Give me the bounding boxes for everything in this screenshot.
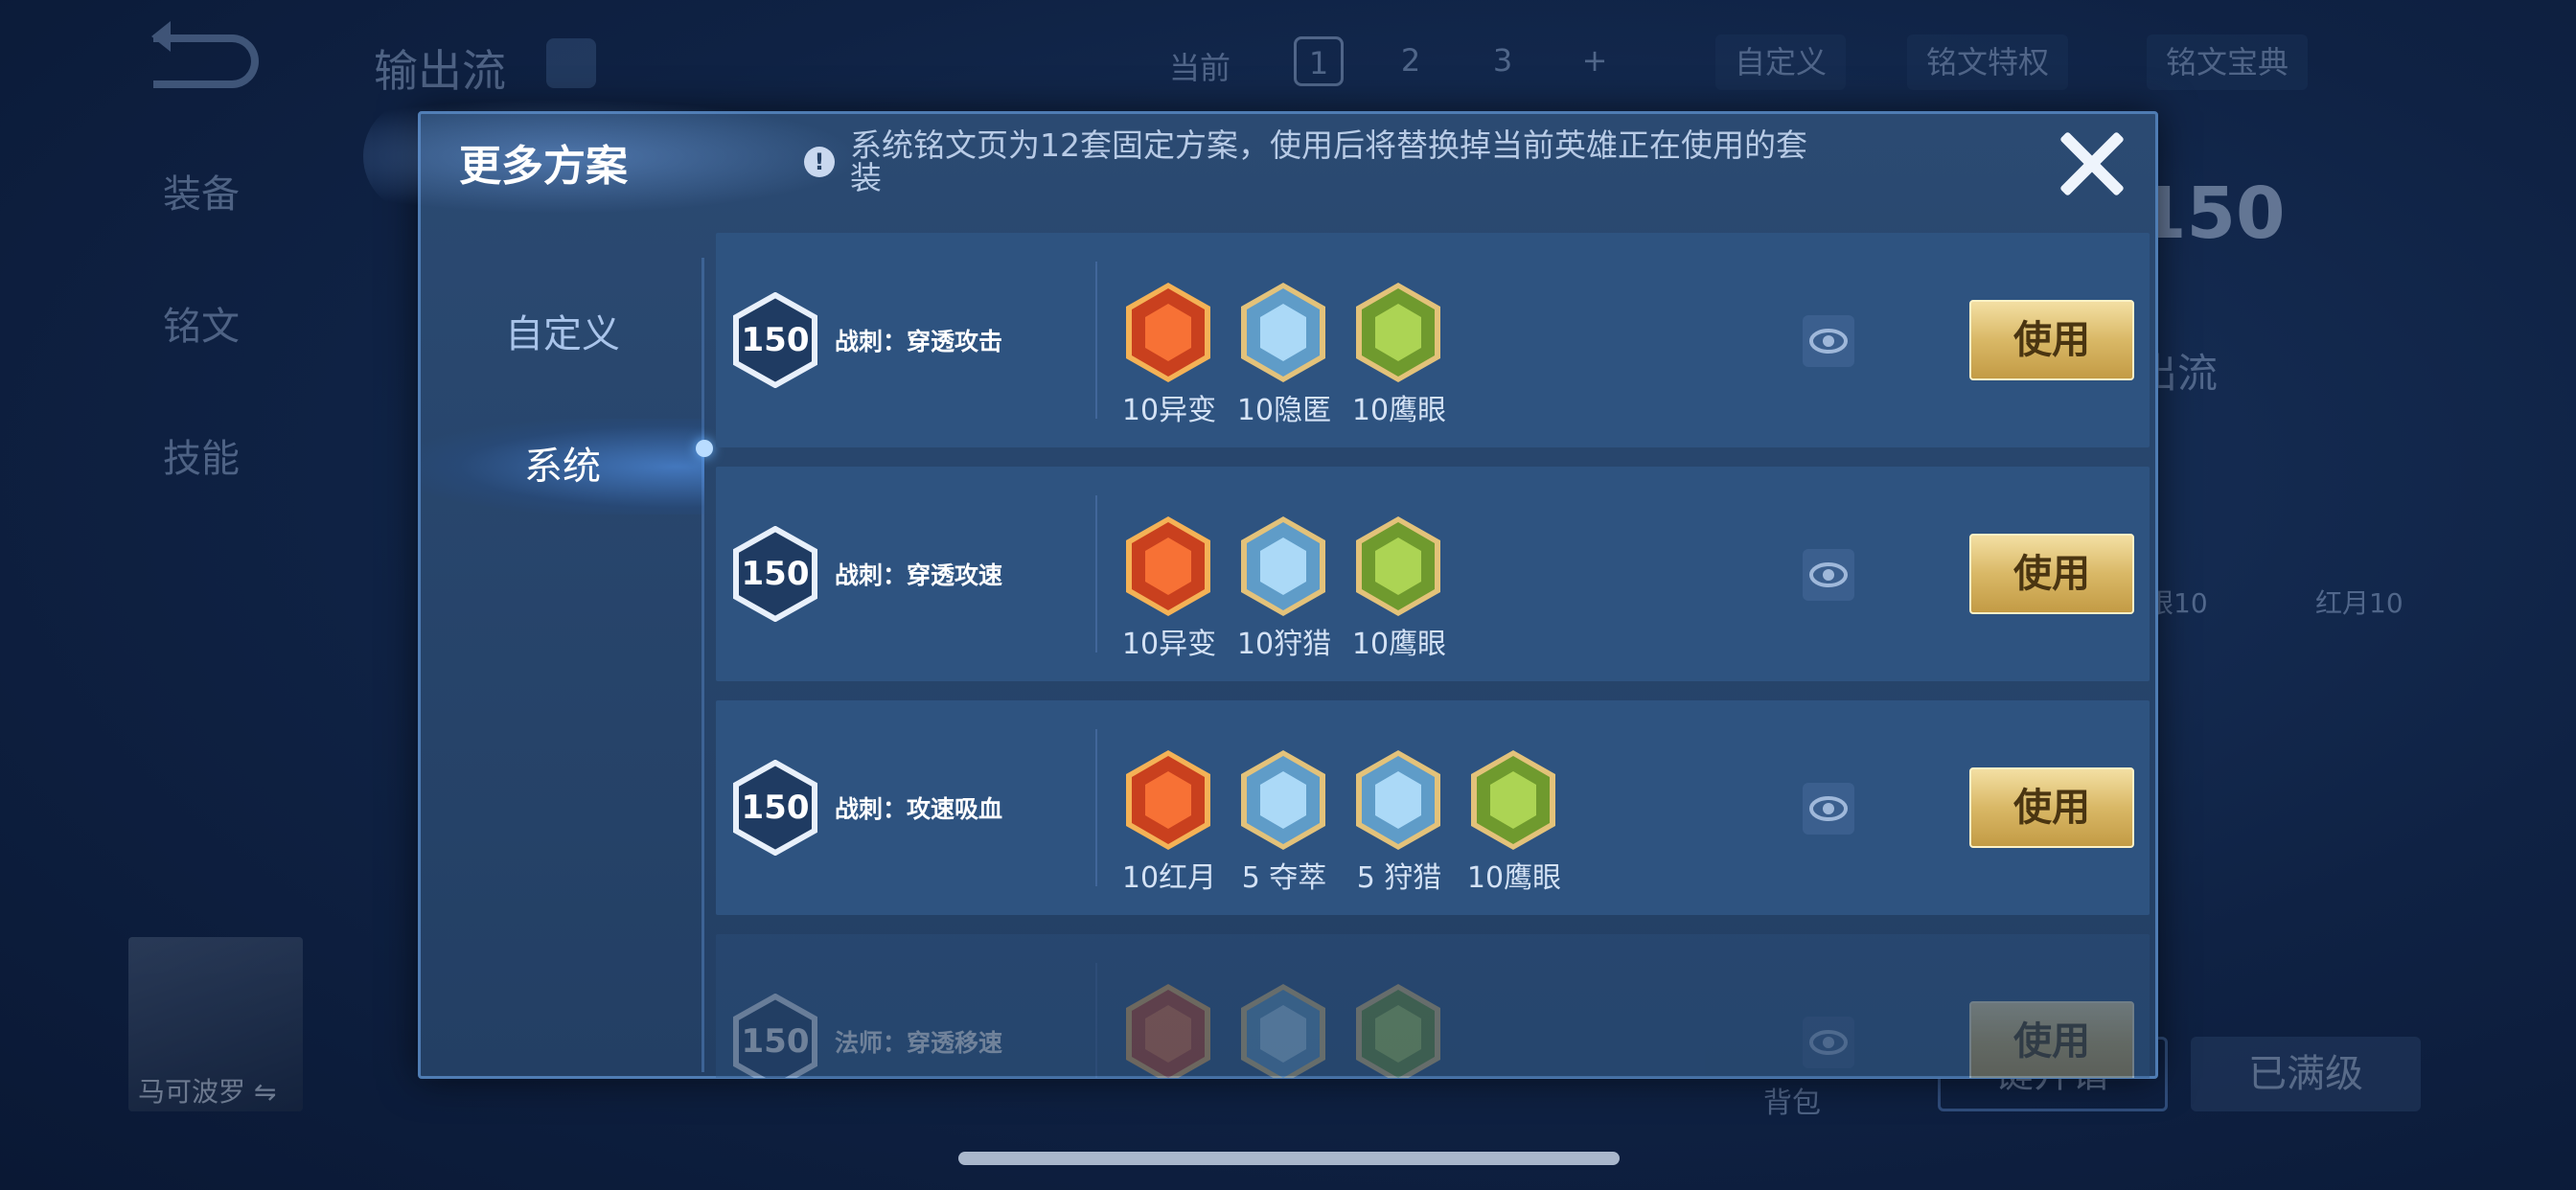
plan-name: 战刺：穿透攻击: [835, 328, 1003, 355]
preview-eye-icon[interactable]: [1803, 549, 1854, 601]
plan-row: 150 战刺：穿透攻速 10异变 10狩猎 10鹰眼 使用: [716, 467, 2150, 681]
plan-row: 150 战刺：攻速吸血 10红月 5 夺萃 5 狩猎 10鹰眼 使用: [716, 700, 2150, 915]
plan-row: 150 战刺：穿透攻击 10异变 10隐匿 10鹰眼 使用: [716, 233, 2150, 447]
blue-hex-rune-icon: [1241, 984, 1325, 1078]
level-badge: 150: [2137, 172, 2286, 255]
notice-text: 系统铭文页为12套固定方案，使用后将替换掉当前英雄正在使用的套装: [850, 126, 1807, 196]
rune-label: 10狩猎: [1236, 628, 1332, 661]
divider: [1095, 729, 1097, 886]
rune-guide-button[interactable]: 铭文宝典: [2147, 34, 2309, 90]
page-title: 输出流: [374, 45, 506, 97]
plan-level: 150: [741, 321, 810, 359]
green-hex-rune-icon: [1471, 750, 1555, 850]
grid-icon[interactable]: [546, 38, 596, 88]
rune-label: 5 狩猎: [1356, 861, 1442, 895]
rune-label: 10鹰眼: [1351, 394, 1447, 427]
green-hex-rune-icon: [1356, 984, 1440, 1078]
divider: [1095, 963, 1097, 1078]
level-hex-badge: 150: [733, 994, 817, 1078]
rune-privilege-button[interactable]: 铭文特权: [1907, 34, 2069, 90]
maxed-button[interactable]: 已满级: [2191, 1037, 2421, 1111]
divider: [1095, 262, 1097, 419]
level-hex-badge: 150: [733, 760, 817, 856]
red-hex-rune-icon: [1126, 750, 1210, 850]
rune-label: 10鹰眼: [1351, 628, 1447, 661]
close-button[interactable]: [2056, 127, 2127, 198]
preview-eye-icon[interactable]: [1803, 783, 1854, 835]
current-label: 当前: [1169, 50, 1231, 86]
preview-eye-icon[interactable]: [1803, 315, 1854, 367]
rune-label: 10异变: [1121, 394, 1217, 427]
rune-label: 10鹰眼: [1466, 861, 1562, 895]
red-hex-rune-icon: [1126, 283, 1210, 382]
bag-label[interactable]: 背包: [1763, 1079, 1821, 1121]
more-plans-dialog: 更多方案 ! 系统铭文页为12套固定方案，使用后将替换掉当前英雄正在使用的套装 …: [363, 99, 2158, 1079]
use-button[interactable]: 使用: [1969, 767, 2134, 848]
hero-name: 马可波罗 ⇋: [138, 1076, 277, 1108]
plan-level: 150: [741, 789, 810, 827]
blue-hex-rune-icon: [1356, 750, 1440, 850]
preview-eye-icon[interactable]: [1803, 1017, 1854, 1068]
plan-category-tabs: 自定义 系统: [421, 258, 704, 1072]
use-button[interactable]: 使用: [1969, 534, 2134, 614]
red-hex-rune-icon: [1126, 984, 1210, 1078]
plan-level: 150: [741, 555, 810, 593]
level-hex-badge: 150: [733, 292, 817, 388]
rune-label: 10隐匿: [1236, 394, 1332, 427]
rune-label: 10红月: [1121, 861, 1217, 895]
divider: [1095, 495, 1097, 652]
plan-name: 法师：穿透移速: [835, 1029, 1003, 1057]
plan-name: 战刺：攻速吸血: [835, 795, 1003, 823]
rune-count-label: 红月10: [2315, 587, 2404, 619]
page-tab-3[interactable]: 3: [1478, 36, 1528, 86]
dialog-title: 更多方案: [459, 142, 628, 191]
use-button[interactable]: 使用: [1969, 300, 2134, 380]
add-page-button[interactable]: +: [1570, 36, 1620, 86]
green-hex-rune-icon: [1356, 516, 1440, 616]
rune-label: 10异变: [1121, 628, 1217, 661]
active-tab-indicator: [696, 440, 713, 457]
nav-runes[interactable]: 铭文: [163, 295, 240, 351]
blue-hex-rune-icon: [1241, 750, 1325, 850]
use-button[interactable]: 使用: [1969, 1001, 2134, 1078]
level-hex-badge: 150: [733, 526, 817, 622]
back-arrow-icon[interactable]: [151, 21, 259, 88]
tab-system[interactable]: 系统: [421, 419, 704, 515]
plan-name: 战刺：穿透攻速: [835, 561, 1003, 589]
nav-skills[interactable]: 技能: [163, 427, 240, 483]
blue-hex-rune-icon: [1241, 516, 1325, 616]
nav-equipment[interactable]: 装备: [163, 163, 240, 218]
plan-row: 150 法师：穿透移速 使用: [716, 934, 2150, 1078]
rune-label: 5 夺萃: [1241, 861, 1327, 895]
plan-list: 150 战刺：穿透攻击 10异变 10隐匿 10鹰眼 使用 150 战刺：穿透攻…: [716, 233, 2153, 1078]
page-tab-1[interactable]: 1: [1294, 36, 1344, 86]
home-indicator[interactable]: [958, 1152, 1620, 1165]
blue-hex-rune-icon: [1241, 283, 1325, 382]
red-hex-rune-icon: [1126, 516, 1210, 616]
plan-level: 150: [741, 1022, 810, 1061]
green-hex-rune-icon: [1356, 283, 1440, 382]
custom-button[interactable]: 自定义: [1715, 34, 1847, 90]
page-tab-2[interactable]: 2: [1386, 36, 1436, 86]
info-icon: !: [804, 147, 835, 177]
tab-custom[interactable]: 自定义: [421, 286, 704, 382]
